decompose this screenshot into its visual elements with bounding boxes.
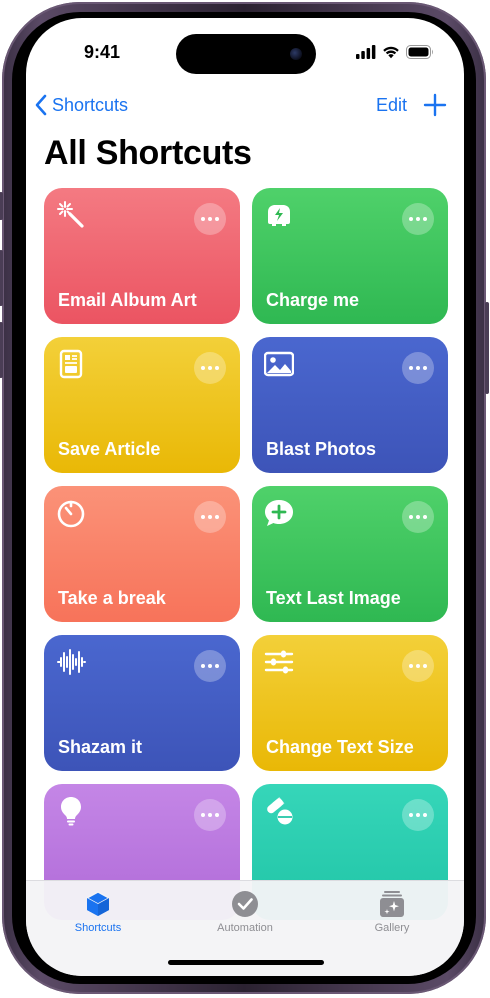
- clock-check-icon: [232, 891, 258, 917]
- waveform-icon: [57, 649, 86, 675]
- shortcut-tile-charge-me[interactable]: Charge me: [252, 188, 448, 324]
- more-options-button[interactable]: [194, 352, 226, 384]
- sliders-icon: [264, 650, 294, 674]
- back-button-label: Shortcuts: [52, 94, 129, 115]
- page-title: All Shortcuts: [44, 134, 252, 172]
- shortcut-label: Blast Photos: [266, 439, 377, 459]
- layers-icon: [85, 891, 111, 916]
- back-button[interactable]: Shortcuts: [34, 94, 128, 116]
- chevron-left-icon: [35, 94, 47, 116]
- more-options-button[interactable]: [194, 650, 226, 682]
- more-options-button[interactable]: [194, 501, 226, 533]
- more-options-button[interactable]: [402, 203, 434, 235]
- tab-label: Gallery: [374, 922, 410, 934]
- sparkle-stack-icon: [380, 891, 404, 917]
- status-time: 9:41: [84, 42, 121, 62]
- shortcut-tile-take-a-break[interactable]: Take a break: [44, 486, 240, 622]
- shortcut-tile-save-article[interactable]: Save Article: [44, 337, 240, 473]
- shortcut-label: Change Text Size: [266, 737, 414, 757]
- more-options-button[interactable]: [402, 501, 434, 533]
- power-button: [485, 302, 489, 394]
- more-options-button[interactable]: [402, 352, 434, 384]
- action-button: [0, 192, 3, 220]
- volume-up-button: [0, 250, 3, 306]
- more-options-button[interactable]: [402, 650, 434, 682]
- lightbulb-icon: [61, 797, 81, 826]
- shortcut-label: Text Last Image: [266, 588, 401, 608]
- status-icons: [356, 45, 434, 59]
- shortcut-tile-email-album-art[interactable]: Email Album Art: [44, 188, 240, 324]
- screen: 9:41 Shortcuts Edit All Shortcuts Email …: [26, 18, 464, 976]
- shortcut-tile-blast-photos[interactable]: Blast Photos: [252, 337, 448, 473]
- shortcut-tile-shazam-it[interactable]: Shazam it: [44, 635, 240, 771]
- add-shortcut-button[interactable]: [422, 92, 448, 118]
- pills-icon: [267, 797, 293, 825]
- front-camera: [290, 48, 302, 60]
- shortcut-tile-text-last-image[interactable]: Text Last Image: [252, 486, 448, 622]
- tab-automation[interactable]: Automation: [185, 889, 305, 934]
- car-bolt-icon: [268, 205, 290, 226]
- more-options-button[interactable]: [402, 799, 434, 831]
- shortcut-label: Save Article: [58, 439, 161, 459]
- battery-icon: [406, 45, 433, 59]
- cellular-signal-icon: [356, 45, 376, 59]
- tab-gallery[interactable]: Gallery: [332, 889, 452, 934]
- edit-button[interactable]: Edit: [376, 95, 407, 116]
- more-options-button[interactable]: [194, 203, 226, 235]
- more-options-button[interactable]: [194, 799, 226, 831]
- magic-wand-icon: [57, 201, 84, 228]
- timer-icon: [57, 500, 85, 528]
- message-plus-icon: [265, 500, 293, 526]
- home-indicator[interactable]: [168, 960, 324, 965]
- article-icon: [59, 349, 83, 379]
- tab-label: Shortcuts: [74, 922, 122, 934]
- tab-label: Automation: [217, 922, 273, 934]
- dynamic-island: [176, 34, 316, 74]
- volume-down-button: [0, 322, 3, 378]
- shortcut-label: Take a break: [58, 588, 166, 608]
- shortcut-label: Shazam it: [58, 737, 143, 757]
- shortcut-label: Email Album Art: [58, 290, 197, 310]
- shortcut-label: Charge me: [266, 290, 360, 310]
- photo-icon: [264, 351, 294, 377]
- wifi-icon: [383, 46, 399, 59]
- tab-shortcuts[interactable]: Shortcuts: [38, 889, 158, 934]
- shortcut-tile-change-text-size[interactable]: Change Text Size: [252, 635, 448, 771]
